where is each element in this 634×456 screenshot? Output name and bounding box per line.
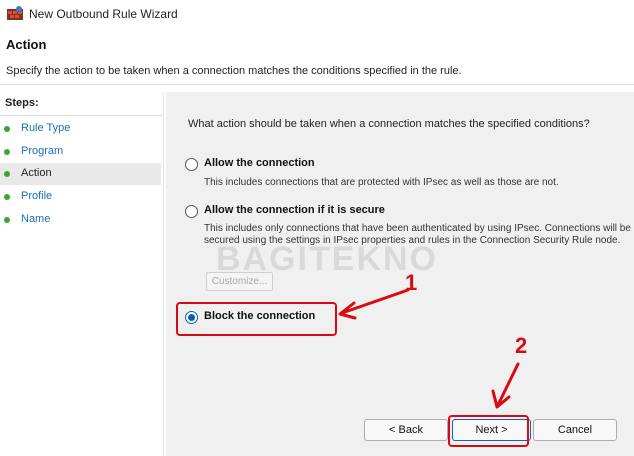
page-description: Specify the action to be taken when a co… xyxy=(6,65,462,77)
back-button[interactable]: < Back xyxy=(364,419,448,441)
step-program[interactable]: Program xyxy=(0,141,161,163)
step-status-dot-icon xyxy=(4,171,10,177)
step-label: Action xyxy=(21,167,52,179)
steps-sidebar: Steps: Rule Type Program Action Profile … xyxy=(0,92,164,456)
allow-connection-radio[interactable] xyxy=(185,158,198,171)
highlight-box-next-button xyxy=(448,415,529,447)
highlight-box-block-connection xyxy=(176,302,337,336)
allow-if-secure-radio[interactable] xyxy=(185,205,198,218)
step-action[interactable]: Action xyxy=(0,163,161,185)
step-status-dot-icon xyxy=(4,149,10,155)
page-title: Action xyxy=(6,37,47,52)
window-title: New Outbound Rule Wizard xyxy=(29,7,178,21)
step-profile[interactable]: Profile xyxy=(0,186,161,208)
step-label: Name xyxy=(21,213,51,225)
steps-divider xyxy=(0,115,163,116)
annotation-number-1: 1 xyxy=(405,270,418,295)
step-rule-type[interactable]: Rule Type xyxy=(0,118,161,140)
steps-label: Steps: xyxy=(5,97,39,109)
firewall-wizard-icon xyxy=(7,6,23,20)
step-status-dot-icon xyxy=(4,217,10,223)
title-bar: New Outbound Rule Wizard xyxy=(0,0,634,28)
annotation-number-2: 2 xyxy=(515,333,528,358)
step-status-dot-icon xyxy=(4,126,10,132)
allow-connection-label[interactable]: Allow the connection xyxy=(204,157,315,169)
step-label: Program xyxy=(21,145,64,157)
action-question: What action should be taken when a conne… xyxy=(188,118,590,130)
allow-if-secure-label[interactable]: Allow the connection if it is secure xyxy=(204,204,385,216)
step-status-dot-icon xyxy=(4,194,10,200)
allow-connection-description: This includes connections that are prote… xyxy=(204,177,559,188)
cancel-button[interactable]: Cancel xyxy=(533,419,617,441)
allow-if-secure-description: This includes only connections that have… xyxy=(204,223,631,246)
step-label: Rule Type xyxy=(21,122,71,134)
main-panel: BAGITEKNO What action should be taken wh… xyxy=(166,92,634,456)
customize-button: Customize... xyxy=(206,272,273,291)
step-label: Profile xyxy=(21,190,53,202)
step-name[interactable]: Name xyxy=(0,209,161,231)
wizard-header: Action Specify the action to be taken wh… xyxy=(0,28,634,85)
